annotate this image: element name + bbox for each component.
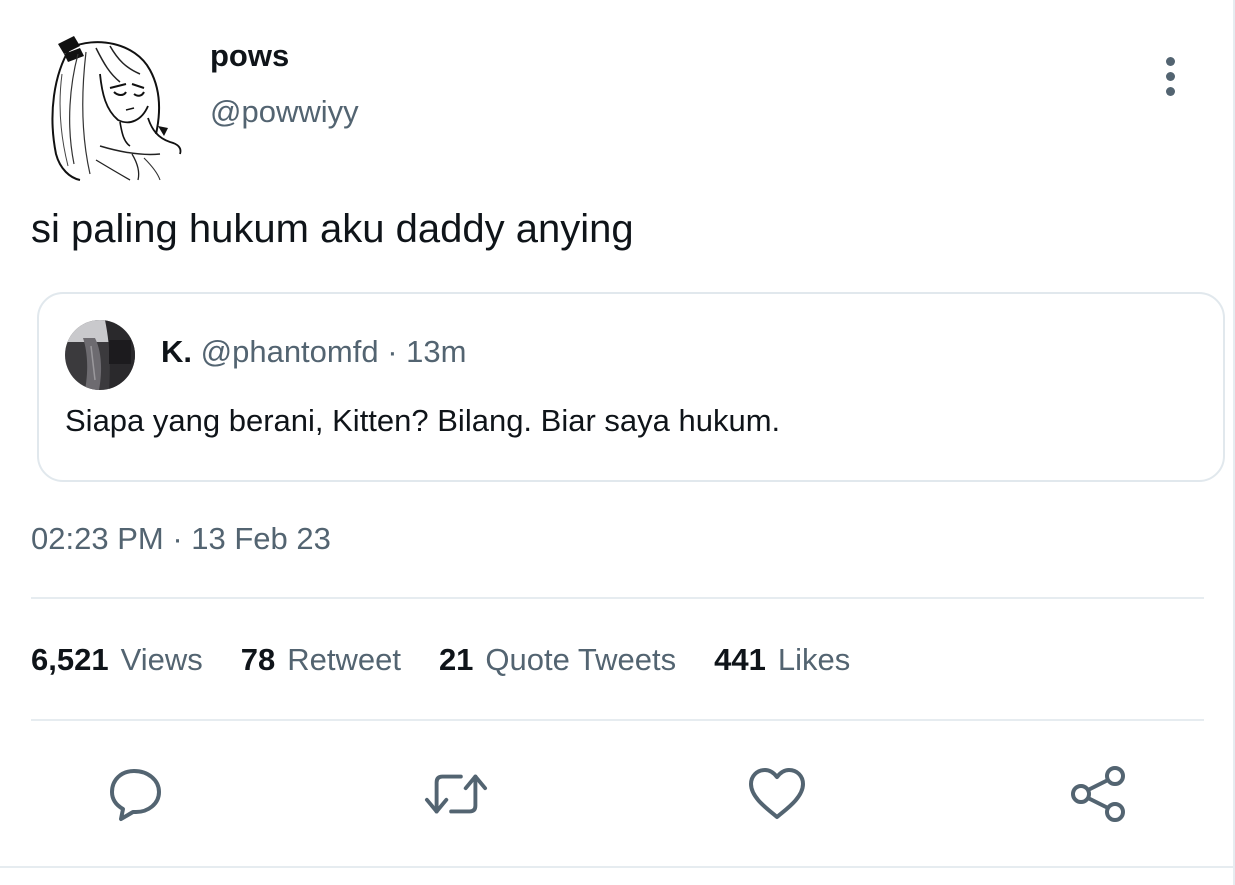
reply-icon [110,769,161,821]
like-icon [749,768,805,819]
quote-tweets-count: 21 [438,642,474,677]
author-handle[interactable]: @powwiyy [210,94,359,130]
tweet-timestamp: 02:23 PM · 13 Feb 23 [31,520,331,558]
stats-bottom-divider [31,719,1204,721]
retweet-icon [424,774,488,814]
share-icon [1071,766,1125,822]
quoted-avatar-image [65,320,135,390]
retweet-button[interactable] [424,762,488,826]
quoted-tweet-card[interactable]: K. @phantomfd · 13m Siapa yang berani, K… [37,292,1225,482]
likes-label: Likes [777,642,851,677]
tweet-stats: 6,521 Views 78 Retweet 21 Quote Tweets 441 L… [31,640,888,680]
quoted-tweet-header: K. @phantomfd · 13m [161,334,466,370]
retweets-stat[interactable]: 78 Retweet [241,640,401,680]
likes-count: 441 [714,642,766,677]
author-avatar[interactable] [40,34,185,182]
tweet-text: si paling hukum aku daddy anying [31,207,634,251]
quoted-tweet-age: 13m [406,334,467,369]
reply-button[interactable] [104,762,168,826]
share-button[interactable] [1066,762,1130,826]
more-options-button[interactable] [1150,52,1190,100]
views-stat[interactable]: 6,521 Views [31,640,203,680]
bottom-edge-border [0,866,1235,868]
quoted-author-avatar[interactable] [65,320,135,390]
quoted-tweet-text: Siapa yang berani, Kitten? Bilang. Biar … [65,403,781,438]
more-options-dot [1165,71,1175,81]
tweet-date: 13 Feb 23 [191,521,331,556]
author-name[interactable]: pows [210,38,289,74]
quote-tweets-label: Quote Tweets [485,642,677,677]
timestamp-separator: · [172,521,183,556]
tweet-time: 02:23 PM [31,521,164,556]
quoted-author-handle[interactable]: @phantomfd [201,334,379,369]
quoted-meta-separator: · [387,334,398,369]
author-avatar-image [40,34,185,182]
retweets-label: Retweet [287,642,401,677]
quote-tweets-stat[interactable]: 21 Quote Tweets [439,640,676,680]
quoted-author-name[interactable]: K. [161,334,192,369]
more-options-dot [1165,86,1175,96]
stats-top-divider [31,597,1204,599]
views-count: 6,521 [31,642,109,677]
retweets-count: 78 [240,642,276,677]
more-options-icon [1165,56,1175,66]
views-label: Views [120,642,203,677]
likes-stat[interactable]: 441 Likes [714,640,850,680]
like-button[interactable] [745,762,809,826]
